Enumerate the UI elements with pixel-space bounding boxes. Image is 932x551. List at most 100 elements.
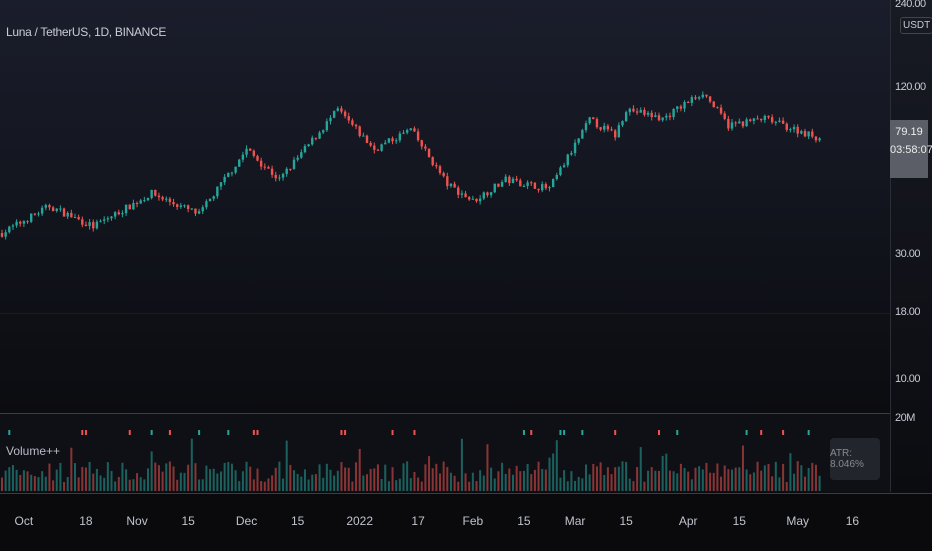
time-tick-label: 15 — [517, 514, 531, 528]
candle-body — [11, 225, 15, 227]
volume-bar — [329, 469, 332, 491]
candle-body — [548, 187, 551, 189]
volume-bar — [256, 468, 259, 491]
candle-body — [489, 192, 493, 196]
candle-body — [84, 224, 88, 226]
volume-signal-marker — [344, 430, 347, 435]
volume-bar — [424, 464, 427, 491]
candle-body — [95, 221, 99, 229]
candle-body — [537, 188, 540, 191]
volume-bar — [548, 457, 551, 491]
volume-signal-marker — [563, 430, 566, 435]
volume-bar — [734, 467, 737, 491]
candle-body — [807, 131, 810, 137]
candle-body — [475, 198, 478, 202]
volume-bar — [603, 475, 606, 491]
candle-body — [303, 146, 307, 153]
volume-bar — [22, 470, 25, 491]
candle-body — [234, 166, 237, 173]
time-tick-label: 15 — [732, 514, 746, 528]
volume-bar — [216, 473, 219, 491]
candle-body — [135, 203, 139, 205]
volume-bar — [636, 467, 639, 491]
candle-body — [281, 173, 285, 178]
volume-bar — [238, 481, 241, 491]
volume-bar — [190, 438, 193, 491]
volume-bar — [661, 455, 664, 491]
volume-bar — [749, 474, 752, 491]
candle-body — [515, 178, 518, 181]
candle-body — [70, 212, 73, 218]
candle-body — [216, 186, 219, 197]
candle-body — [143, 200, 146, 202]
candle-body — [760, 119, 763, 121]
volume-bar — [267, 478, 270, 491]
volume-signal-marker — [84, 430, 87, 435]
candle-body — [416, 131, 420, 141]
volume-bar — [687, 471, 690, 491]
candle-body — [745, 119, 748, 127]
volume-bar — [81, 467, 84, 491]
volume-signal-marker — [198, 430, 201, 435]
candle-body — [318, 132, 321, 139]
volume-bar — [570, 471, 573, 491]
volume-bar — [738, 467, 741, 491]
volume-bar — [293, 470, 295, 491]
volume-bar — [617, 466, 620, 491]
candle-body — [614, 130, 617, 138]
candle-body — [508, 176, 511, 184]
volume-bar — [387, 481, 390, 491]
volume-bar — [789, 453, 792, 491]
volume-bar — [92, 473, 95, 491]
volume-bar — [709, 472, 712, 491]
volume-bar — [519, 471, 522, 491]
candle-body — [179, 205, 183, 207]
volume-bar — [690, 479, 693, 491]
volume-signal-marker — [760, 430, 763, 435]
candle-body — [741, 121, 745, 127]
candle-body — [117, 212, 120, 215]
volume-bar — [274, 467, 277, 491]
volume-bar — [541, 468, 544, 491]
volume-signal-marker — [807, 430, 810, 435]
candle-body — [128, 204, 131, 210]
volume-bar — [413, 471, 416, 491]
candle-body — [292, 159, 296, 169]
candle-body — [719, 107, 723, 114]
volume-bar — [694, 467, 697, 491]
currency-button[interactable]: USDT — [900, 17, 932, 34]
volume-signal-marker — [413, 430, 416, 435]
price-axis[interactable]: 240.00 120.00 30.00 18.00 10.00 20M — [890, 0, 932, 492]
volume-bar — [358, 448, 361, 491]
volume-bar — [8, 467, 11, 491]
candle-body — [336, 108, 339, 111]
volume-bar — [220, 471, 222, 491]
candle-body — [570, 153, 573, 155]
candle-body — [559, 167, 562, 175]
candle-body — [347, 116, 350, 121]
candle-body — [343, 111, 347, 117]
candle-body — [249, 148, 252, 151]
candle-body — [573, 142, 577, 154]
time-tick-label: 2022 — [346, 514, 374, 528]
volume-bar — [340, 462, 343, 491]
candle-body — [767, 115, 770, 118]
volume-bar — [121, 462, 124, 491]
volume-bar — [303, 469, 306, 491]
volume-bar — [395, 480, 398, 491]
volume-bar — [311, 474, 314, 491]
candle-body — [661, 117, 664, 121]
volume-bar — [588, 474, 591, 491]
volume-bar — [515, 465, 518, 491]
volume-bar — [752, 472, 755, 491]
volume-bar — [33, 476, 36, 491]
volume-bar — [176, 479, 179, 491]
candle-body — [146, 197, 150, 201]
volume-bar — [745, 469, 748, 491]
candle-body — [66, 212, 69, 217]
time-axis[interactable]: Oct 18 Nov 15 Dec 15 2022 17 Feb 15 Mar 15 Apr 15 May 1… — [0, 493, 932, 551]
volume-bar — [74, 463, 76, 491]
time-tick-label: Mar — [564, 514, 586, 528]
volume-bar — [650, 467, 653, 491]
volume-bar — [88, 461, 91, 491]
